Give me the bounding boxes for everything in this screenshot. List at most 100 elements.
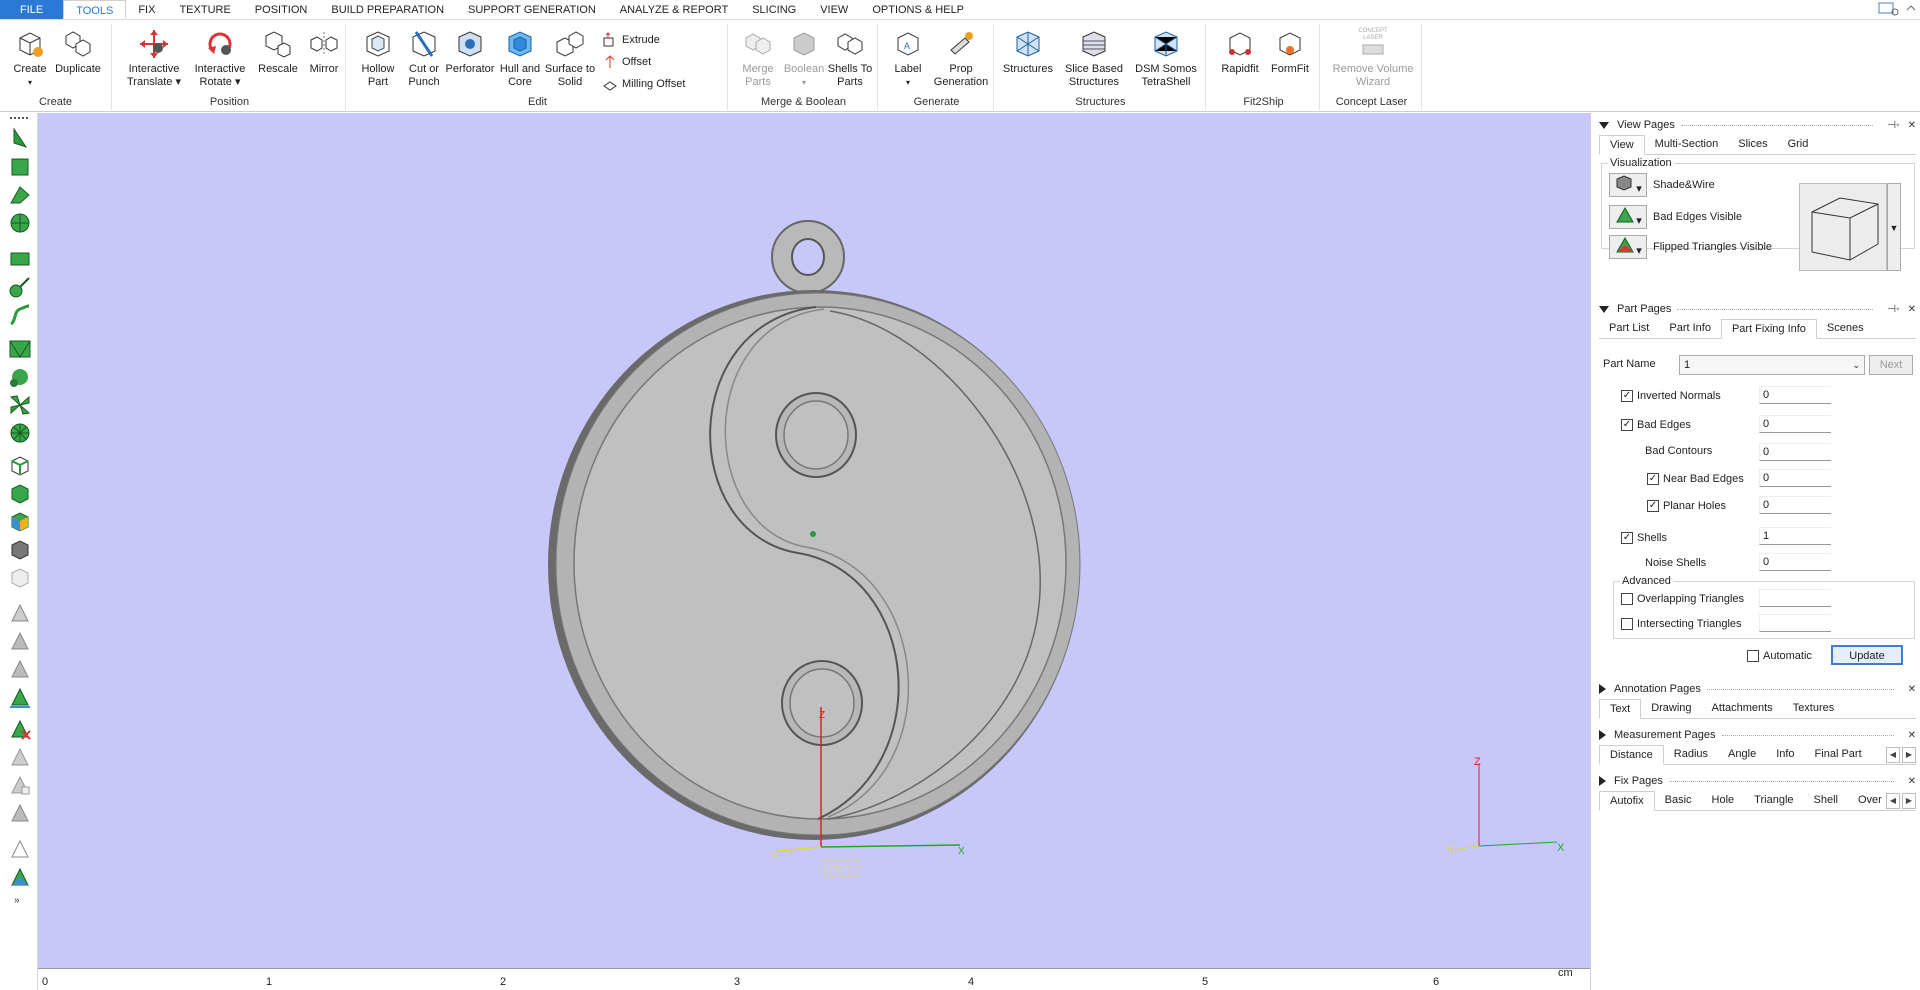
tab-distance[interactable]: Distance	[1599, 745, 1664, 765]
select-box-tool[interactable]	[8, 453, 32, 477]
tab-part-list[interactable]: Part List	[1599, 319, 1659, 338]
tab-scenes[interactable]: Scenes	[1817, 319, 1874, 338]
rapidfit-button[interactable]: Rapidfit	[1214, 28, 1266, 76]
merge-parts-button[interactable]: Merge Parts	[732, 28, 784, 89]
tab-view[interactable]: View	[1599, 135, 1645, 155]
select-connected-tool[interactable]	[8, 365, 32, 389]
select-color-box-tool[interactable]	[8, 509, 32, 533]
3d-scene[interactable]: Z X Y WCS Z X Y	[38, 113, 1590, 968]
duplicate-button[interactable]: Duplicate	[52, 28, 104, 76]
delete-marked-tool[interactable]	[8, 717, 32, 741]
show-all-tool[interactable]	[8, 773, 32, 797]
settings-icon[interactable]	[1878, 2, 1900, 16]
mark-triangles-tool[interactable]	[8, 685, 32, 709]
lock-tool[interactable]	[8, 801, 32, 825]
select-fan-tool[interactable]	[8, 393, 32, 417]
shells-value[interactable]: 1	[1759, 527, 1831, 545]
intersecting-triangles-value[interactable]	[1759, 614, 1831, 632]
view-pages-header[interactable]: View Pages ⊣◦ ✕	[1599, 117, 1916, 133]
tab-multi-section[interactable]: Multi-Section	[1645, 135, 1729, 154]
tab-triangle[interactable]: Triangle	[1744, 791, 1803, 810]
menu-view[interactable]: VIEW	[808, 0, 860, 19]
hollow-part-button[interactable]: Hollow Part	[352, 28, 404, 89]
outline-tool[interactable]	[8, 837, 32, 861]
select-plane-tool[interactable]	[8, 247, 32, 271]
select-solid-tool[interactable]	[8, 481, 32, 505]
toolbar-overflow-icon[interactable]: »	[14, 895, 20, 906]
invert-selection-tool[interactable]	[8, 629, 32, 653]
hull-and-core-button[interactable]: Hull and Core	[494, 28, 546, 89]
mirror-button[interactable]: Mirror	[298, 28, 350, 76]
label-button[interactable]: A Label ▾	[882, 28, 934, 89]
menu-build-preparation[interactable]: BUILD PREPARATION	[319, 0, 456, 19]
shells-checkbox[interactable]: ✓	[1621, 532, 1633, 544]
automatic-checkbox[interactable]	[1747, 650, 1759, 662]
bad-edges-value[interactable]: 0	[1759, 415, 1831, 433]
select-part-tool[interactable]	[8, 127, 32, 151]
tab-radius[interactable]: Radius	[1664, 745, 1718, 764]
scroll-right-icon[interactable]: ▶	[1902, 747, 1916, 763]
menu-support-generation[interactable]: SUPPORT GENERATION	[456, 0, 608, 19]
formfit-button[interactable]: FormFit	[1264, 28, 1316, 76]
menu-options-help[interactable]: OPTIONS & HELP	[860, 0, 976, 19]
menu-position[interactable]: POSITION	[243, 0, 320, 19]
milling-offset-button[interactable]: Milling Offset	[602, 74, 685, 94]
select-wire-box-tool[interactable]	[8, 537, 32, 561]
annotation-pages-header[interactable]: Annotation Pages ✕	[1599, 681, 1916, 697]
tab-shell[interactable]: Shell	[1804, 791, 1848, 810]
shade-wire-dropdown[interactable]: ▾	[1609, 173, 1647, 197]
boolean-button[interactable]: Boolean ▾	[778, 28, 830, 89]
inverted-normals-value[interactable]: 0	[1759, 386, 1831, 404]
close-icon[interactable]: ✕	[1908, 684, 1916, 695]
tab-autofix[interactable]: Autofix	[1599, 791, 1655, 811]
extrude-button[interactable]: Extrude	[602, 30, 660, 50]
bad-edges-checkbox[interactable]: ✓	[1621, 419, 1633, 431]
select-ghost-box-tool[interactable]	[8, 565, 32, 589]
part-name-select[interactable]: 1 ⌄	[1679, 355, 1865, 375]
near-bad-edges-checkbox[interactable]: ✓	[1647, 473, 1659, 485]
scroll-left-icon[interactable]: ◀	[1886, 793, 1900, 809]
view-preset-dropdown[interactable]: ▼	[1887, 183, 1901, 271]
scroll-left-icon[interactable]: ◀	[1886, 747, 1900, 763]
planar-holes-value[interactable]: 0	[1759, 496, 1831, 514]
interactive-translate-button[interactable]: Interactive Translate ▾	[122, 28, 186, 89]
pin-icon[interactable]: ⊣◦	[1887, 304, 1899, 315]
pendant-disc[interactable]	[548, 290, 1081, 840]
close-icon[interactable]: ✕	[1908, 776, 1916, 787]
create-button[interactable]: Create ▾	[4, 28, 56, 89]
pin-icon[interactable]: ⊣◦	[1887, 120, 1899, 131]
menu-texture[interactable]: TEXTURE	[167, 0, 242, 19]
close-icon[interactable]: ✕	[1908, 730, 1916, 741]
close-icon[interactable]: ✕	[1908, 120, 1916, 131]
overlapping-triangles-value[interactable]	[1759, 589, 1831, 607]
hide-marked-tool[interactable]	[8, 745, 32, 769]
collapse-ribbon-icon[interactable]	[1906, 2, 1916, 16]
update-button[interactable]: Update	[1831, 645, 1903, 665]
near-bad-edges-value[interactable]: 0	[1759, 469, 1831, 487]
select-triangle-tool[interactable]	[8, 155, 32, 179]
menu-file[interactable]: FILE	[0, 0, 64, 19]
select-curve-tool[interactable]	[8, 303, 32, 327]
interactive-rotate-button[interactable]: Interactive Rotate ▾	[188, 28, 252, 89]
tab-final-part[interactable]: Final Part	[1805, 745, 1872, 764]
tab-grid[interactable]: Grid	[1778, 135, 1819, 154]
select-flipped-tool[interactable]	[8, 337, 32, 361]
structures-button[interactable]: Structures	[998, 28, 1058, 76]
slice-based-structures-button[interactable]: Slice Based Structures	[1062, 28, 1126, 89]
select-surface-tool[interactable]	[8, 183, 32, 207]
bad-edges-dropdown[interactable]: ▾	[1609, 205, 1647, 229]
tab-text[interactable]: Text	[1599, 699, 1642, 719]
tab-angle[interactable]: Angle	[1718, 745, 1766, 764]
flipped-triangles-dropdown[interactable]: ▾	[1609, 235, 1647, 259]
tab-part-fixing-info[interactable]: Part Fixing Info	[1720, 319, 1817, 339]
shade-tool[interactable]	[8, 865, 32, 889]
grow-selection-tool[interactable]	[8, 657, 32, 681]
overlapping-triangles-checkbox[interactable]	[1621, 593, 1633, 605]
part-pages-header[interactable]: Part Pages ⊣◦ ✕	[1599, 301, 1916, 317]
tab-hole[interactable]: Hole	[1702, 791, 1745, 810]
select-wheel-tool[interactable]	[8, 421, 32, 445]
menu-fix[interactable]: FIX	[126, 0, 167, 19]
tab-drawing[interactable]: Drawing	[1641, 699, 1701, 718]
close-icon[interactable]: ✕	[1908, 304, 1916, 315]
deselect-tool[interactable]	[8, 601, 32, 625]
